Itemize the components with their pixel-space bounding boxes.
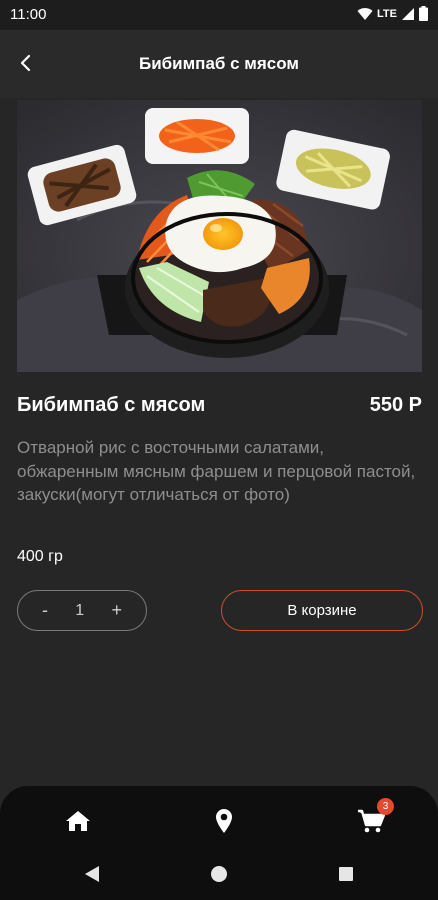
product-price: 550 Р xyxy=(369,394,422,416)
nav-cart[interactable]: 3 xyxy=(354,798,394,838)
system-recents-button[interactable] xyxy=(336,864,356,884)
product-name: Бибимпаб с мясом xyxy=(17,394,206,416)
increase-quantity-button[interactable]: + xyxy=(111,600,122,621)
battery-icon xyxy=(419,6,428,21)
circle-home-icon xyxy=(211,866,227,882)
product-image xyxy=(17,100,422,372)
nav-home[interactable] xyxy=(61,804,95,838)
product-weight: 400 гр xyxy=(17,548,63,565)
decrease-quantity-button[interactable]: - xyxy=(42,600,48,621)
quantity-value: 1 xyxy=(75,601,85,619)
system-home-button[interactable] xyxy=(209,864,229,884)
system-back-button[interactable] xyxy=(82,864,102,884)
location-pin-icon xyxy=(216,809,232,833)
status-bar: 11:00 LTE xyxy=(0,0,438,30)
system-nav-bar xyxy=(0,848,438,900)
wifi-icon xyxy=(357,7,373,20)
nav-location[interactable] xyxy=(207,804,241,838)
product-description: Отварной рис с восточными салатами, обжа… xyxy=(17,438,416,504)
app-header: Бибимпаб с мясом xyxy=(0,30,438,98)
in-cart-button[interactable]: В корзине xyxy=(221,590,423,631)
square-recents-icon xyxy=(339,867,353,881)
status-time: 11:00 xyxy=(10,6,47,23)
cart-badge: 3 xyxy=(377,798,394,815)
network-type: LTE xyxy=(377,7,397,20)
home-icon xyxy=(66,811,90,831)
triangle-back-icon xyxy=(85,866,99,882)
page-title: Бибимпаб с мясом xyxy=(138,54,299,73)
signal-icon xyxy=(402,7,414,20)
quantity-stepper: - 1 + xyxy=(17,590,147,631)
status-icons: LTE xyxy=(357,6,428,21)
